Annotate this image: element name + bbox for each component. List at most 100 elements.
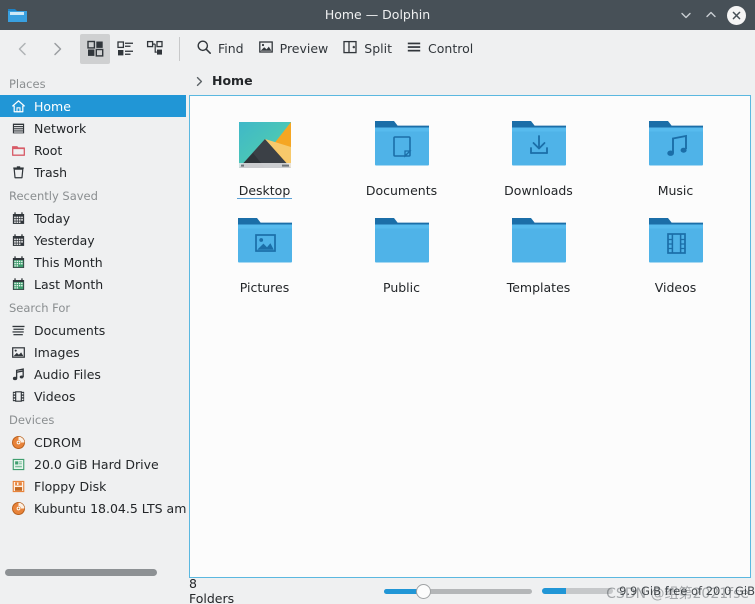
sidebar-scroll-area: Places Home Network Root Trash Recently Saved… [0,67,186,566]
calendar-green-icon [10,276,26,292]
file-item[interactable]: Videos [607,207,744,295]
sidebar-item-floppy-disk[interactable]: Floppy Disk [0,475,186,497]
window-folder-icon [7,6,29,24]
sidebar-item-label: Documents [34,322,106,338]
zoom-slider-handle[interactable] [416,583,431,599]
item-count-label: 8 Folders [189,576,235,604]
image-icon [10,344,26,360]
sidebar-item-label: Network [34,120,87,136]
sidebar-item-root[interactable]: Root [0,139,186,161]
sidebar-item-home[interactable]: Home [0,95,186,117]
calendar-icon [10,232,26,248]
forward-button[interactable] [40,34,74,64]
split-label: Split [364,41,393,56]
breadcrumb-item-home[interactable]: Home [212,73,253,89]
sidebar-item-audio-files[interactable]: Audio Files [0,363,186,385]
sidebar-item-20-0-gib-hard-drive[interactable]: 20.0 GiB Hard Drive [0,453,186,475]
sidebar-item-label: Images [34,344,80,360]
split-button[interactable]: Split [335,34,399,64]
home-icon [10,98,26,114]
sidebar-item-last-month[interactable]: Last Month [0,273,186,295]
folder-downloads-icon [508,114,570,176]
minimize-button[interactable] [674,3,698,27]
file-item[interactable]: Templates [470,207,607,295]
folder-videos-icon [645,211,707,273]
hamburger-menu-icon [406,39,422,59]
preview-button[interactable]: Preview [251,34,336,64]
sidebar-item-label: Home [34,98,71,114]
sidebar-section-header: Recently Saved [9,189,98,203]
floppy-disk-icon [10,478,26,494]
sidebar-item-label: Audio Files [34,366,101,382]
details-view-button[interactable] [110,34,140,64]
control-button[interactable]: Control [399,34,480,64]
sidebar-section-header: Search For [9,301,71,315]
sidebar-item-today[interactable]: Today [0,207,186,229]
sidebar-item-cdrom[interactable]: CDROM [0,431,186,453]
optical-disc-icon [10,500,26,516]
optical-disc-icon [10,434,26,450]
free-space-fill [542,588,567,594]
film-icon [10,388,26,404]
sidebar-item-label: Trash [34,164,68,180]
sidebar-item-label: Kubuntu 18.04.5 LTS amd [34,500,186,516]
root-folder-icon [10,142,26,158]
sidebar-item-documents[interactable]: Documents [0,319,186,341]
wallpaper-thumbnail [234,114,296,176]
dolphin-window: Home — Dolphin Find Preview Split Contro… [0,0,755,604]
window-controls [674,3,755,27]
find-label: Find [218,41,244,56]
file-item[interactable]: Public [333,207,470,295]
sidebar-item-kubuntu-18-04-5-lts-amd[interactable]: Kubuntu 18.04.5 LTS amd [0,497,186,519]
file-item[interactable]: Downloads [470,110,607,199]
free-space-bar [542,588,614,594]
find-button[interactable]: Find [189,34,251,64]
document-lines-icon [10,322,26,338]
folder-music-icon [645,114,707,176]
zoom-slider[interactable] [384,583,533,599]
file-item-label: Documents [365,183,438,198]
file-view[interactable]: Desktop Documents Downloads Music Pictures Pu… [189,95,751,578]
sidebar-item-images[interactable]: Images [0,341,186,363]
preview-label: Preview [279,41,329,56]
calendar-icon [10,210,26,226]
folder-icon [508,211,570,273]
sidebar-item-label: Today [34,210,71,226]
sidebar-item-label: This Month [34,254,103,270]
main-area: Home Desktop Documents Downloads Music Pictu… [186,67,755,578]
file-item[interactable]: Desktop [196,110,333,199]
sidebar-item-this-month[interactable]: This Month [0,251,186,273]
image-preview-icon [258,39,274,59]
file-item[interactable]: Music [607,110,744,199]
sidebar-item-network[interactable]: Network [0,117,186,139]
window-title: Home — Dolphin [324,7,431,22]
file-item-label: Pictures [239,280,290,295]
view-mode-group [80,33,170,64]
sidebar-item-label: Floppy Disk [34,478,107,494]
back-button[interactable] [6,34,40,64]
network-icon [10,120,26,136]
sidebar-section-header: Places [9,77,46,91]
sidebar-item-label: Videos [34,388,76,404]
sidebar-item-trash[interactable]: Trash [0,161,186,183]
maximize-button[interactable] [699,3,723,27]
sidebar-horizontal-scrollbar[interactable] [0,566,186,578]
columns-view-button[interactable] [140,34,170,64]
file-item-label: Desktop [236,183,293,199]
file-item[interactable]: Pictures [196,207,333,295]
sidebar-item-videos[interactable]: Videos [0,385,186,407]
breadcrumb-separator-icon [194,72,205,91]
file-item-label: Downloads [504,183,573,198]
icons-view-button[interactable] [80,33,110,64]
file-item-label: Templates [506,280,571,295]
music-note-icon [10,366,26,382]
free-space-label: 9.9 GiB free of 20.0 GiB [619,584,755,598]
close-button[interactable] [724,3,748,27]
sidebar-item-label: CDROM [34,434,82,450]
sidebar-item-yesterday[interactable]: Yesterday [0,229,186,251]
breadcrumb: Home [186,67,755,95]
folder-icon [371,211,433,273]
toolbar-separator [179,36,180,61]
file-item[interactable]: Documents [333,110,470,199]
scrollbar-thumb[interactable] [5,568,157,576]
